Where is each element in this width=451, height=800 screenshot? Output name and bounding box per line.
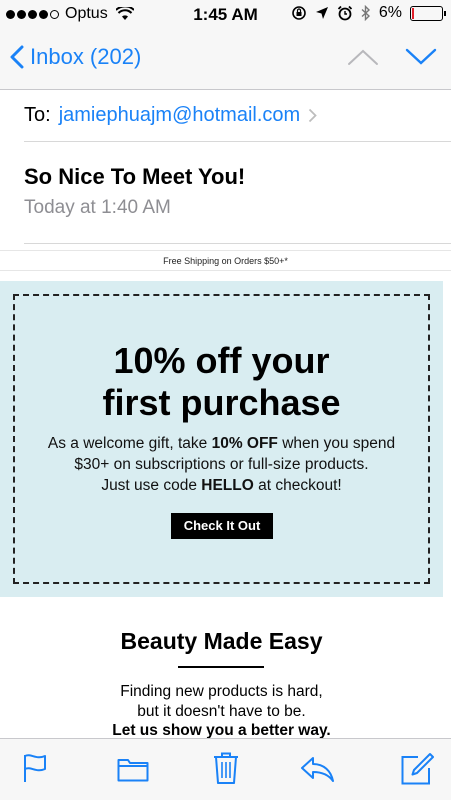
- promo-line-1: 10% off your: [113, 340, 330, 381]
- paragraph-line: but it doesn't have to be.: [137, 703, 306, 720]
- status-right: 6%: [291, 4, 446, 22]
- paragraph-line: Finding new products is hard,: [120, 683, 323, 700]
- bluetooth-icon: [361, 5, 370, 21]
- status-bar: Optus 1:45 AM 6%: [0, 0, 451, 30]
- battery-percent: 6%: [378, 4, 402, 21]
- message-date: Today at 1:40 AM: [24, 197, 171, 218]
- location-icon: [315, 7, 328, 19]
- alarm-icon: [337, 5, 353, 21]
- title-underline: [178, 666, 264, 668]
- chevron-up-icon[interactable]: [347, 48, 379, 66]
- navigation-bar: Inbox (202): [0, 30, 451, 90]
- desc-text: Just use code: [101, 477, 202, 494]
- chevron-right-icon: [309, 108, 317, 123]
- folder-icon[interactable]: [117, 756, 149, 782]
- header-divider: [24, 243, 451, 244]
- battery-icon: [410, 5, 446, 21]
- compose-icon[interactable]: [400, 752, 434, 786]
- reply-icon[interactable]: [299, 755, 335, 783]
- back-label: Inbox (202): [30, 44, 142, 69]
- message-subject: So Nice To Meet You!: [24, 164, 246, 189]
- promo-description: As a welcome gift, take 10% OFF when you…: [0, 433, 443, 496]
- flag-icon[interactable]: [22, 753, 48, 783]
- shipping-banner[interactable]: Free Shipping on Orders $50+*: [0, 250, 451, 271]
- desc-text: at checkout!: [253, 477, 342, 494]
- intro-paragraph: Finding new products is hard, but it doe…: [0, 682, 443, 722]
- promo-coupon: 10% off your first purchase As a welcome…: [0, 281, 443, 597]
- desc-text: when you spend: [277, 435, 396, 452]
- desc-text: $30+ on subscriptions or full-size produ…: [74, 456, 369, 473]
- orientation-lock-icon: [292, 6, 306, 20]
- recipient-row[interactable]: To: jamiephuajm@hotmail.com: [24, 90, 451, 142]
- promo-code: HELLO: [201, 477, 254, 494]
- bottom-toolbar: [0, 738, 451, 800]
- discount-highlight: 10% OFF: [211, 435, 278, 452]
- message-navigation: [347, 48, 437, 66]
- back-to-inbox-button[interactable]: Inbox (202): [10, 44, 141, 70]
- chevron-left-icon: [10, 45, 24, 69]
- promo-line-2: first purchase: [102, 382, 341, 423]
- section-title: Beauty Made Easy: [120, 628, 323, 654]
- to-label: To:: [24, 104, 51, 126]
- check-it-out-button[interactable]: Check It Out: [171, 513, 273, 539]
- recipient-address[interactable]: jamiephuajm@hotmail.com: [59, 104, 301, 127]
- promo-headline: 10% off your first purchase: [0, 340, 443, 424]
- trash-icon[interactable]: [212, 751, 240, 785]
- desc-text: As a welcome gift, take: [47, 435, 212, 452]
- chevron-down-icon[interactable]: [405, 48, 437, 66]
